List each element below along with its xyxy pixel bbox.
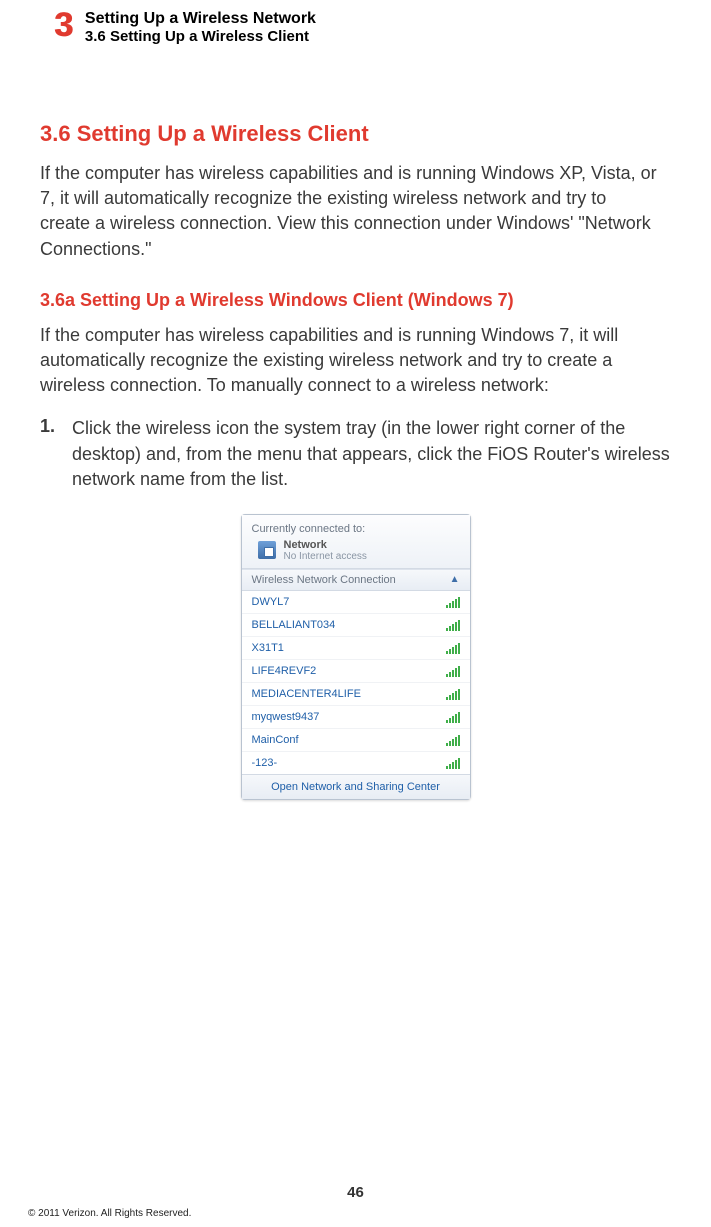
- section-heading: 3.6 Setting Up a Wireless Client: [40, 121, 671, 147]
- chapter-number: 3: [54, 8, 73, 42]
- current-network-name: Network: [284, 539, 367, 551]
- wifi-item[interactable]: myqwest9437: [242, 706, 470, 729]
- current-network-row: Network No Internet access: [252, 535, 460, 562]
- wifi-item[interactable]: MainConf: [242, 729, 470, 752]
- copyright: © 2011 Verizon. All Rights Reserved.: [28, 1208, 191, 1219]
- current-network-status: No Internet access: [284, 551, 367, 562]
- signal-icon: [446, 688, 460, 700]
- subsection-heading: 3.6a Setting Up a Wireless Windows Clien…: [40, 290, 671, 311]
- content: 3.6 Setting Up a Wireless Client If the …: [0, 45, 711, 800]
- page-number: 46: [0, 1184, 711, 1201]
- signal-icon: [446, 596, 460, 608]
- wifi-item-label: LIFE4REVF2: [252, 665, 317, 677]
- wifi-item[interactable]: BELLALIANT034: [242, 614, 470, 637]
- signal-icon: [446, 619, 460, 631]
- wifi-section-text: Wireless Network Connection: [252, 574, 396, 586]
- header-titles: Setting Up a Wireless Network 3.6 Settin…: [85, 8, 316, 45]
- header-title: Setting Up a Wireless Network: [85, 10, 316, 28]
- step-item: 1. Click the wireless icon the system tr…: [40, 416, 671, 492]
- chevron-up-icon: ▲: [450, 574, 460, 585]
- signal-icon: [446, 642, 460, 654]
- wifi-popup-header: Currently connected to: Network No Inter…: [242, 515, 470, 569]
- wifi-item-label: myqwest9437: [252, 711, 320, 723]
- section-intro: If the computer has wireless capabilitie…: [40, 161, 660, 262]
- wifi-item-label: -123-: [252, 757, 278, 769]
- connected-label: Currently connected to:: [252, 523, 460, 535]
- header-subtitle: 3.6 Setting Up a Wireless Client: [85, 28, 316, 45]
- wifi-item[interactable]: -123-: [242, 752, 470, 774]
- wifi-item-label: DWYL7: [252, 596, 290, 608]
- step-number: 1.: [40, 416, 58, 492]
- signal-icon: [446, 711, 460, 723]
- wifi-section-label[interactable]: Wireless Network Connection ▲: [242, 569, 470, 591]
- wifi-networks-popup: Currently connected to: Network No Inter…: [241, 514, 471, 800]
- subsection-intro: If the computer has wireless capabilitie…: [40, 323, 660, 399]
- network-icon: [258, 541, 276, 559]
- wifi-item[interactable]: LIFE4REVF2: [242, 660, 470, 683]
- page-header: 3 Setting Up a Wireless Network 3.6 Sett…: [0, 0, 711, 45]
- signal-icon: [446, 734, 460, 746]
- wifi-list: DWYL7 BELLALIANT034 X31T1 LIFE4REVF2 MED…: [242, 591, 470, 774]
- wifi-item-label: MainConf: [252, 734, 299, 746]
- wifi-item-label: BELLALIANT034: [252, 619, 336, 631]
- wifi-item[interactable]: X31T1: [242, 637, 470, 660]
- open-network-center-link[interactable]: Open Network and Sharing Center: [242, 774, 470, 799]
- wifi-item[interactable]: DWYL7: [242, 591, 470, 614]
- wifi-item-label: MEDIACENTER4LIFE: [252, 688, 361, 700]
- signal-icon: [446, 757, 460, 769]
- wifi-item[interactable]: MEDIACENTER4LIFE: [242, 683, 470, 706]
- signal-icon: [446, 665, 460, 677]
- wifi-item-label: X31T1: [252, 642, 284, 654]
- step-text: Click the wireless icon the system tray …: [72, 416, 671, 492]
